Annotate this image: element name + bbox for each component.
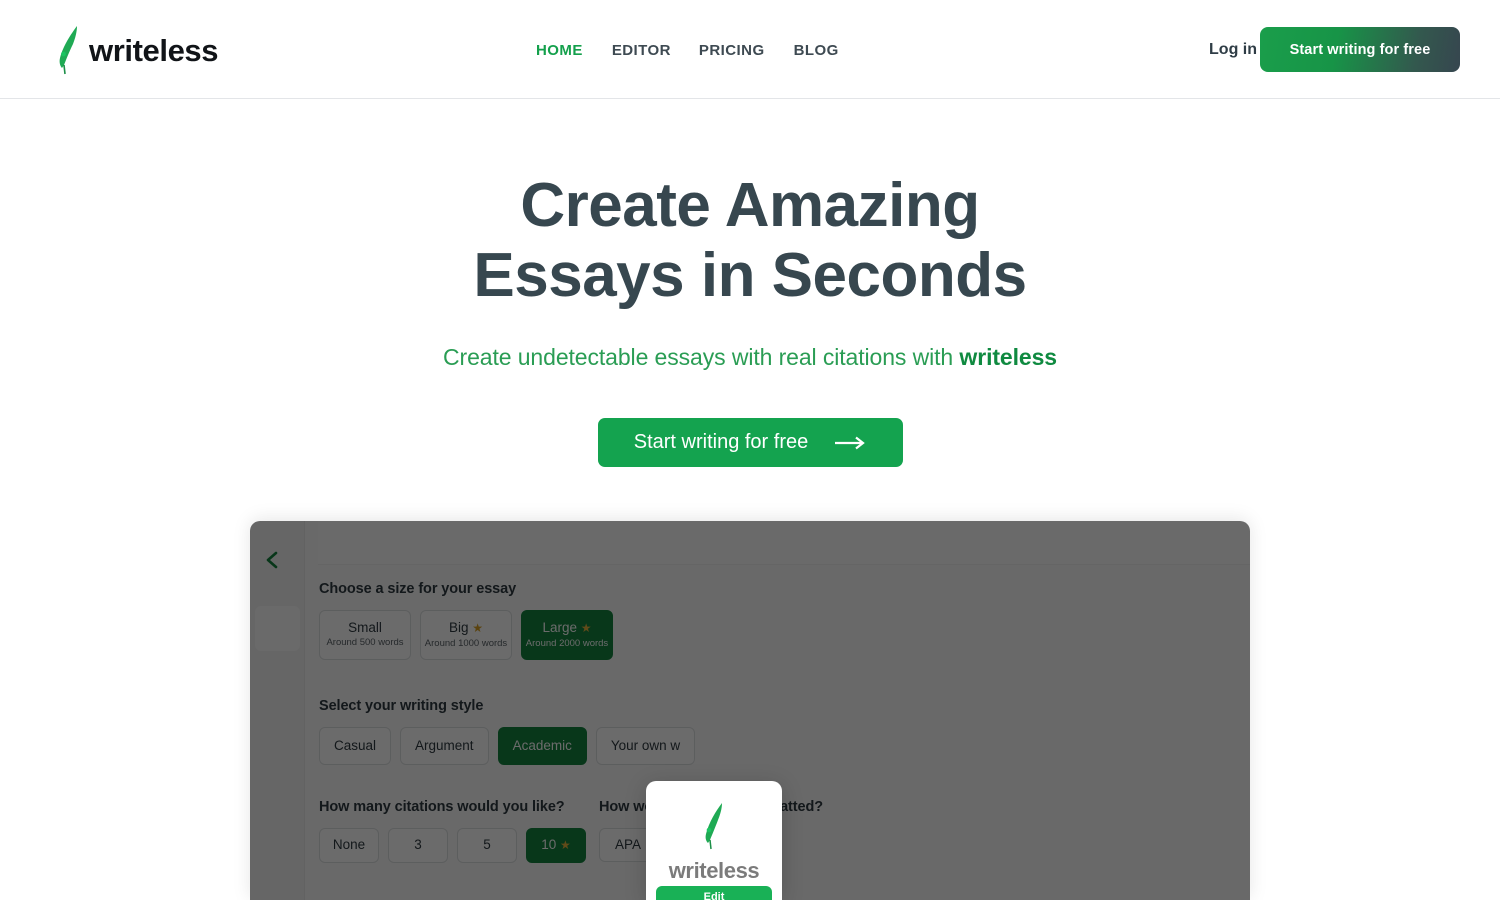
size-option-small[interactable]: Small Around 500 words (319, 610, 411, 660)
chevron-left-icon[interactable] (264, 551, 282, 569)
style-option-argument-label: Argument (415, 738, 474, 753)
writeless-popup-card[interactable]: writeless Edit (646, 781, 782, 900)
popup-action-button[interactable]: Edit (656, 886, 772, 900)
nav-item-pricing[interactable]: PRICING (699, 40, 794, 62)
panel-topbar (318, 521, 1250, 565)
citations-option-none[interactable]: None (319, 828, 379, 863)
citations-option-none-label: None (332, 837, 366, 852)
hero-cta-label: Start writing for free (633, 431, 809, 453)
arrow-right-icon (835, 436, 866, 449)
hero-title-line-1: Create Amazing (520, 171, 980, 240)
hero-subtitle: Create undetectable essays with real cit… (0, 344, 1500, 371)
hero-title-line-2: Essays in Seconds (473, 241, 1027, 310)
hero-start-writing-button[interactable]: Start writing for free (597, 418, 903, 467)
popup-title: writeless (668, 858, 760, 883)
citations-option-5[interactable]: 5 (457, 828, 517, 863)
panel-sidebar (250, 521, 305, 900)
style-option-argument[interactable]: Argument (400, 727, 489, 765)
hero-section: Create Amazing Essays in Seconds Create … (0, 99, 1500, 467)
citations-options-row: None 3 5 10 ★ (319, 828, 599, 863)
size-options-row: Small Around 500 words Big ★ Around 1000… (319, 610, 1250, 660)
star-icon: ★ (560, 838, 571, 852)
citations-option-5-label: 5 (483, 837, 491, 852)
size-option-large-sub: Around 2000 words (525, 638, 609, 649)
size-option-big-label: Big (448, 620, 469, 635)
citations-section: How many citations would you like? None … (319, 799, 599, 863)
nav-item-blog[interactable]: BLOG (794, 40, 839, 62)
style-option-your-own[interactable]: Your own w (595, 727, 696, 765)
sidebar-block[interactable] (255, 606, 300, 651)
citations-option-3[interactable]: 3 (388, 828, 448, 863)
login-link[interactable]: Log in (1209, 38, 1257, 62)
style-option-casual-label: Casual (334, 738, 377, 753)
size-option-big[interactable]: Big ★ Around 1000 words (420, 610, 512, 660)
size-option-large[interactable]: Large ★ Around 2000 words (521, 610, 613, 660)
style-option-your-own-label: Your own w (610, 738, 681, 753)
size-option-big-sub: Around 1000 words (424, 638, 508, 649)
style-option-academic-label: Academic (512, 738, 572, 753)
citations-option-10[interactable]: 10 ★ (526, 828, 586, 863)
page-title: Create Amazing Essays in Seconds (0, 171, 1500, 311)
logo[interactable]: writeless (55, 24, 218, 76)
site-header: writeless HOME EDITOR PRICING BLOG Log i… (0, 0, 1500, 99)
bottom-sections-row: How many citations would you like? None … (319, 799, 1250, 863)
nav-item-editor[interactable]: EDITOR (612, 40, 699, 62)
logo-text: writeless (89, 32, 219, 68)
header-start-writing-button[interactable]: Start writing for free (1260, 27, 1460, 72)
citations-option-3-label: 3 (414, 837, 422, 852)
feather-quill-icon (705, 803, 722, 850)
citations-option-10-label: 10 (541, 837, 557, 852)
star-icon: ★ (580, 621, 592, 635)
style-option-academic[interactable]: Academic (497, 727, 587, 765)
citations-section-label: How many citations would you like? (319, 799, 565, 815)
panel-body: Choose a size for your essay Small Aroun… (319, 581, 1250, 900)
style-section-label: Select your writing style (319, 698, 484, 714)
main-nav: HOME EDITOR PRICING BLOG (536, 40, 839, 62)
hero-subtitle-text: Create undetectable essays with real cit… (443, 344, 960, 370)
star-icon: ★ (472, 621, 484, 635)
hero-subtitle-brand: writeless (959, 344, 1057, 370)
size-option-small-label: Small (348, 620, 382, 635)
size-section-label: Choose a size for your essay (319, 581, 517, 597)
size-option-large-label: Large (542, 620, 577, 635)
feather-quill-icon (59, 26, 77, 75)
style-options-row: Casual Argument Academic Your own w (319, 727, 1250, 765)
style-option-casual[interactable]: Casual (319, 727, 392, 765)
size-option-small-sub: Around 500 words (326, 637, 404, 648)
nav-item-home[interactable]: HOME (536, 40, 612, 62)
